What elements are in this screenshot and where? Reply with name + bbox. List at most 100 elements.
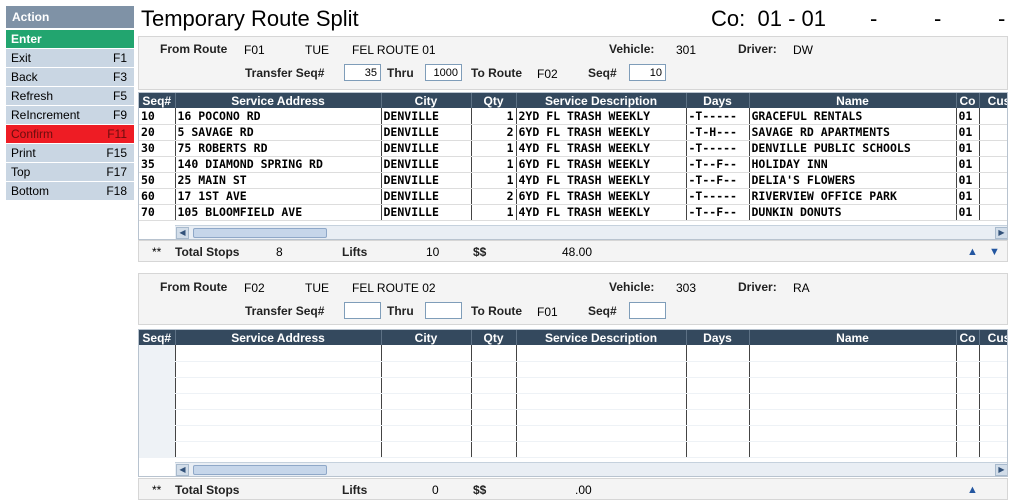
col-co[interactable]: Co	[956, 93, 980, 108]
table-row[interactable]: 50 25 MAIN ST DENVILLE 1 4YD FL TRASH WEEKLY…	[139, 172, 1007, 189]
cell-city	[381, 425, 472, 442]
enter-button[interactable]: Enter	[6, 30, 134, 49]
seq-input[interactable]	[629, 64, 666, 81]
col-days[interactable]: Days	[686, 93, 750, 108]
table-row[interactable]: 35 140 DIAMOND SPRING RD DENVILLE 1 6YD FL T…	[139, 156, 1007, 173]
cell-cus	[979, 188, 1007, 205]
cell-cus	[979, 377, 1007, 394]
lifts-label: Lifts	[342, 483, 368, 497]
driver-value: DW	[793, 43, 813, 57]
cell-co	[956, 425, 980, 442]
lifts-value: 10	[426, 245, 440, 259]
cell-name	[749, 425, 957, 442]
to-route-totals: ** Total Stops Lifts 0 $$ .00 ▲	[138, 478, 1008, 500]
col-description[interactable]: Service Description	[516, 330, 687, 345]
table-row[interactable]	[139, 409, 1007, 426]
col-cus[interactable]: Cus	[979, 93, 1007, 108]
col-address[interactable]: Service Address	[175, 93, 382, 108]
table-row[interactable]	[139, 393, 1007, 410]
reincrement-button[interactable]: ReIncrement F9	[6, 106, 134, 125]
table-row[interactable]	[139, 345, 1007, 362]
reincrement-label: ReIncrement	[11, 108, 80, 122]
col-description[interactable]: Service Description	[516, 93, 687, 108]
col-name[interactable]: Name	[749, 330, 957, 345]
cell-qty	[471, 361, 517, 378]
cell-seq: 50	[139, 172, 176, 189]
cell-qty	[471, 393, 517, 410]
table-row[interactable]: 30 75 ROBERTS RD DENVILLE 1 4YD FL TRASH WEE…	[139, 140, 1007, 157]
action-list: Enter Exit F1 Back F3 Refresh F5 ReIncremen…	[6, 30, 134, 201]
col-city[interactable]: City	[381, 330, 472, 345]
cell-city	[381, 361, 472, 378]
refresh-button[interactable]: Refresh F5	[6, 87, 134, 106]
col-qty[interactable]: Qty	[471, 330, 517, 345]
col-seq[interactable]: Seq#	[139, 330, 176, 345]
col-co[interactable]: Co	[956, 330, 980, 345]
col-days[interactable]: Days	[686, 330, 750, 345]
scroll-thumb[interactable]	[193, 228, 327, 238]
col-name[interactable]: Name	[749, 93, 957, 108]
cell-cus	[979, 140, 1007, 157]
page-title: Temporary Route Split	[141, 6, 359, 31]
cell-cus	[979, 204, 1007, 221]
cell-qty	[471, 409, 517, 426]
back-button[interactable]: Back F3	[6, 68, 134, 87]
cell-name: HOLIDAY INN	[749, 156, 957, 173]
col-city[interactable]: City	[381, 93, 472, 108]
cell-co	[956, 361, 980, 378]
table-row[interactable]	[139, 425, 1007, 442]
table-row[interactable]: 70 105 BLOOMFIELD AVE DENVILLE 1 4YD FL TRAS…	[139, 204, 1007, 221]
lifts-value: 0	[432, 483, 439, 497]
thru-input[interactable]	[425, 302, 462, 319]
cell-address: 5 SAVAGE RD	[175, 124, 382, 141]
from-route-name: FEL ROUTE 02	[352, 281, 436, 295]
scroll-left-icon[interactable]: ◀	[176, 464, 189, 476]
seq-input[interactable]	[629, 302, 666, 319]
refresh-key: F5	[112, 89, 127, 103]
lifts-label: Lifts	[342, 245, 368, 259]
cell-days: -T--F--	[686, 172, 750, 189]
total-stops-label: Total Stops	[175, 245, 240, 259]
cell-city: DENVILLE	[381, 108, 472, 125]
transfer-seq-input[interactable]	[344, 302, 381, 319]
table-row[interactable]: 60 17 1ST AVE DENVILLE 2 6YD FL TRASH WEEKLY…	[139, 188, 1007, 205]
cell-days: -T--F--	[686, 204, 750, 221]
horizontal-scrollbar[interactable]: ◀ ▶	[175, 225, 1007, 239]
bottom-button[interactable]: Bottom F18	[6, 182, 134, 201]
col-cus[interactable]: Cus	[979, 330, 1007, 345]
print-button[interactable]: Print F15	[6, 144, 134, 163]
cell-qty: 1	[471, 156, 517, 173]
col-seq[interactable]: Seq#	[139, 93, 176, 108]
arrow-up-icon[interactable]: ▲	[967, 484, 979, 496]
cell-days	[686, 377, 750, 394]
transfer-seq-input[interactable]	[344, 64, 381, 81]
print-key: F15	[106, 146, 127, 160]
table-row[interactable]	[139, 377, 1007, 394]
table-row[interactable]	[139, 441, 1007, 458]
scroll-right-icon[interactable]: ▶	[995, 227, 1007, 239]
arrow-up-icon[interactable]: ▲	[967, 246, 979, 258]
exit-button[interactable]: Exit F1	[6, 49, 134, 68]
table-row[interactable]	[139, 361, 1007, 378]
scroll-left-icon[interactable]: ◀	[176, 227, 189, 239]
confirm-button[interactable]: Confirm F11	[6, 125, 134, 144]
dollars-value: 48.00	[562, 245, 593, 259]
horizontal-scrollbar[interactable]: ◀ ▶	[175, 462, 1007, 476]
top-button[interactable]: Top F17	[6, 163, 134, 182]
arrow-down-icon[interactable]: ▼	[989, 246, 1001, 258]
col-qty[interactable]: Qty	[471, 93, 517, 108]
cell-cus	[979, 108, 1007, 125]
thru-label: Thru	[387, 66, 414, 80]
cell-co	[956, 409, 980, 426]
cell-address: 140 DIAMOND SPRING RD	[175, 156, 382, 173]
col-address[interactable]: Service Address	[175, 330, 382, 345]
seq-label: Seq#	[588, 304, 617, 318]
table-row[interactable]: 10 16 POCONO RD DENVILLE 1 2YD FL TRASH WEEK…	[139, 108, 1007, 125]
scroll-thumb[interactable]	[193, 465, 327, 475]
thru-input[interactable]	[425, 64, 462, 81]
cell-seq: 20	[139, 124, 176, 141]
table-row[interactable]: 20 5 SAVAGE RD DENVILLE 2 6YD FL TRASH WEEKL…	[139, 124, 1007, 141]
scroll-right-icon[interactable]: ▶	[995, 464, 1007, 476]
cell-days	[686, 425, 750, 442]
cell-cus	[979, 172, 1007, 189]
